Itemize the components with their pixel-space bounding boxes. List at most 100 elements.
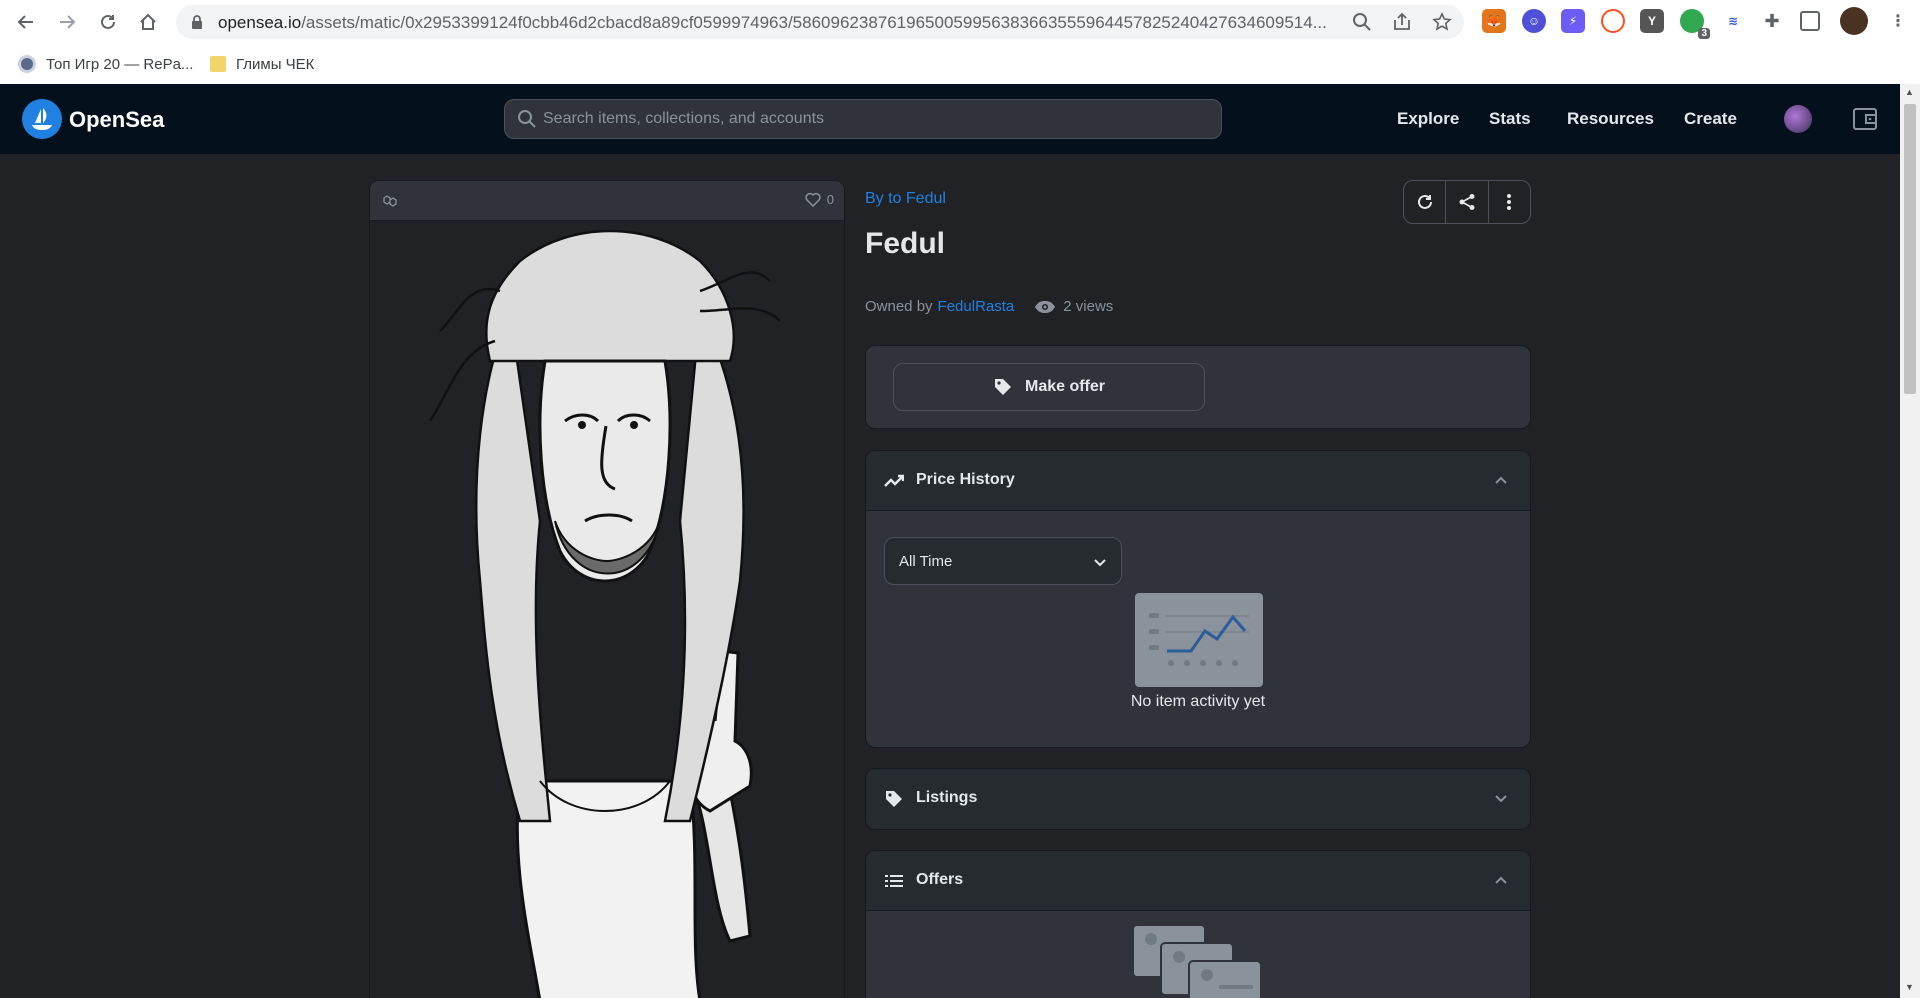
wallet-icon[interactable] <box>1852 106 1878 132</box>
asset-title: Fedul <box>865 227 945 260</box>
search-icon <box>518 110 536 128</box>
more-vertical-icon <box>1507 194 1512 210</box>
refresh-icon <box>1417 194 1432 209</box>
profile-avatar[interactable] <box>1840 7 1868 35</box>
metamask-extension-icon[interactable]: 🦊 <box>1482 9 1506 33</box>
search-placeholder: Search items, collections, and accounts <box>543 110 825 127</box>
time-range-value: All Time <box>899 553 953 570</box>
price-history-header[interactable]: Price History <box>866 451 1530 511</box>
opensea-logo-icon[interactable] <box>22 99 62 139</box>
arrow-left-icon <box>17 15 33 29</box>
make-offer-button[interactable]: Make offer <box>893 363 1205 411</box>
empty-offers-illustration <box>1132 924 1262 998</box>
nav-resources[interactable]: Resources <box>1567 109 1654 129</box>
search-input[interactable]: Search items, collections, and accounts <box>504 99 1222 139</box>
lock-icon <box>192 15 202 29</box>
browser-toolbar: opensea.io/assets/matic/0x2953399124f0cb… <box>0 0 1920 44</box>
price-history-title: Price History <box>916 471 1015 488</box>
offers-title: Offers <box>916 871 964 888</box>
bookmark-item[interactable]: Топ Игр 20 — RePa... <box>18 53 193 75</box>
share-icon <box>1459 194 1475 210</box>
extension-face-icon[interactable]: ☺ <box>1522 9 1546 33</box>
eye-icon <box>1035 300 1056 313</box>
empty-chart-illustration <box>1135 593 1263 687</box>
ship-icon <box>32 108 52 130</box>
extension-ring-icon[interactable] <box>1601 9 1625 33</box>
scroll-thumb[interactable] <box>1904 104 1916 394</box>
account-avatar[interactable] <box>1784 105 1812 133</box>
nav-stats[interactable]: Stats <box>1489 109 1531 129</box>
offers-body <box>866 911 1530 998</box>
url-text: opensea.io/assets/matic/0x2953399124f0cb… <box>218 13 1330 33</box>
home-icon <box>140 13 156 30</box>
favorite-count: 0 <box>826 192 834 207</box>
price-history-body: All Time No item activity yet <box>866 511 1530 747</box>
share-page-icon[interactable] <box>1392 12 1412 32</box>
side-panel-icon[interactable] <box>1800 11 1820 31</box>
reload-icon <box>101 14 115 29</box>
ownership-row: Owned by FedulRasta 2 views <box>865 298 1113 315</box>
views-text: 2 views <box>1063 298 1114 315</box>
forward-button[interactable] <box>53 8 81 36</box>
scroll-up-icon[interactable]: ▲ <box>1905 87 1914 97</box>
tag-icon <box>994 379 1011 395</box>
bookmark-folder[interactable]: Глимы ЧЕК <box>210 53 314 75</box>
reload-button[interactable] <box>94 8 122 36</box>
home-button[interactable] <box>134 8 162 36</box>
gear-bookmark-icon <box>18 55 36 73</box>
listings-title: Listings <box>916 789 978 806</box>
extension-shield-icon[interactable]: 3 <box>1680 9 1710 39</box>
polygon-chain-icon[interactable] <box>382 193 398 209</box>
trending-line-icon <box>884 474 904 487</box>
time-range-select[interactable]: All Time <box>884 537 1122 585</box>
chevron-down-icon <box>1094 559 1106 567</box>
tag-icon <box>886 791 902 807</box>
owner-link[interactable]: FedulRasta <box>938 298 1015 315</box>
nft-artwork-image[interactable] <box>370 221 844 998</box>
listings-header[interactable]: Listings <box>866 769 1530 829</box>
url-path: /assets/matic/0x2953399124f0cbb46d2cbacd… <box>301 13 1327 32</box>
site-header: OpenSea Search items, collections, and a… <box>0 84 1900 154</box>
extension-bolt-icon[interactable]: ⚡ <box>1561 9 1585 33</box>
bookmarks-bar: Топ Игр 20 — RePa... Глимы ЧЕК <box>0 44 1920 84</box>
no-activity-text: No item activity yet <box>1130 693 1266 710</box>
more-options-button[interactable] <box>1489 181 1530 223</box>
chevron-up-icon <box>1495 876 1507 884</box>
nav-create[interactable]: Create <box>1684 109 1737 129</box>
extensions-puzzle-icon[interactable]: ✚ <box>1760 9 1784 33</box>
make-offer-label: Make offer <box>1024 378 1106 395</box>
page-scrollbar[interactable]: ▲ ▼ <box>1900 84 1920 998</box>
extension-y-icon[interactable]: Y <box>1640 9 1664 33</box>
price-history-panel: Price History All Time No item activity … <box>865 450 1531 748</box>
brand-name[interactable]: OpenSea <box>69 107 164 133</box>
refresh-button[interactable] <box>1404 181 1447 223</box>
trade-panel: Make offer <box>865 345 1531 429</box>
rasta-character-illustration <box>428 229 781 998</box>
extension-badge: 3 <box>1698 28 1710 39</box>
share-button[interactable] <box>1446 181 1489 223</box>
bookmark-label: Топ Игр 20 — RePa... <box>46 55 194 73</box>
chrome-menu-icon[interactable]: ⋮ <box>1886 9 1910 33</box>
asset-actions-group <box>1403 180 1531 224</box>
offers-panel: Offers <box>865 850 1531 998</box>
chevron-down-icon <box>1495 795 1507 803</box>
url-host: opensea.io <box>218 13 302 32</box>
scroll-down-icon[interactable]: ▼ <box>1905 982 1914 992</box>
folder-icon <box>210 56 226 72</box>
offers-header[interactable]: Offers <box>866 851 1530 911</box>
zoom-icon[interactable] <box>1352 12 1372 32</box>
favorite-button[interactable]: 0 <box>805 192 834 207</box>
artwork-card: 0 <box>369 180 845 998</box>
artwork-card-header: 0 <box>370 181 844 221</box>
chevron-up-icon <box>1495 476 1507 484</box>
back-button[interactable] <box>12 8 40 36</box>
listings-panel: Listings <box>865 768 1531 830</box>
nav-explore[interactable]: Explore <box>1397 109 1459 129</box>
views-count: 2 views <box>1034 298 1113 315</box>
address-bar[interactable]: opensea.io/assets/matic/0x2953399124f0cb… <box>176 5 1464 39</box>
bookmark-star-icon[interactable] <box>1432 12 1452 32</box>
arrow-right-icon <box>60 15 76 29</box>
collection-link[interactable]: By to Fedul <box>865 190 946 208</box>
browser-chrome: opensea.io/assets/matic/0x2953399124f0cb… <box>0 0 1920 84</box>
extension-stack-icon[interactable]: ≋ <box>1721 9 1745 33</box>
